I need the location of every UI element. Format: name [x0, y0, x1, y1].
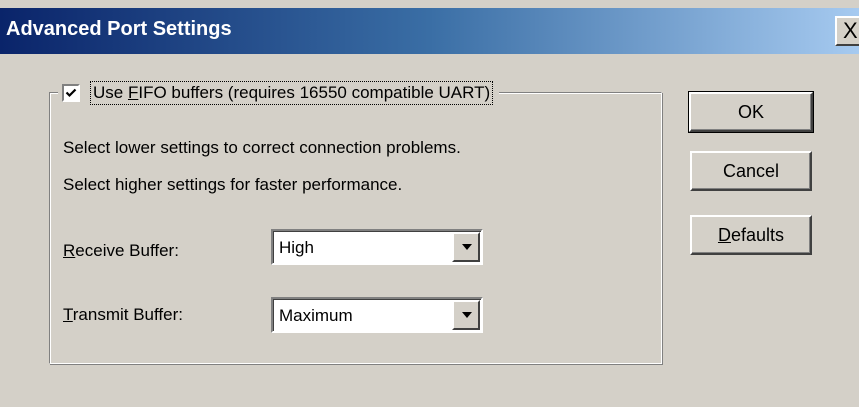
transmit-buffer-label: Transmit Buffer:	[63, 305, 183, 325]
info-text-line1: Select lower settings to correct connect…	[63, 138, 461, 157]
dialog-window: Advanced Port Settings X Use FIFO buffer…	[0, 0, 859, 407]
receive-label-mnemonic: R	[63, 241, 76, 260]
defaults-button[interactable]: Defaults	[690, 215, 812, 255]
close-icon: X	[843, 18, 858, 43]
fifo-checkbox-row[interactable]: Use FIFO buffers (requires 16550 compati…	[58, 80, 500, 106]
receive-buffer-value: High	[279, 238, 314, 257]
title-bar[interactable]: Advanced Port Settings X	[0, 8, 859, 54]
info-text-line2: Select higher settings for faster perfor…	[63, 175, 403, 194]
fifo-checkbox[interactable]	[62, 84, 80, 102]
transmit-label-mnemonic: T	[63, 305, 73, 324]
receive-label-rest: eceive Buffer:	[75, 241, 179, 260]
dropdown-arrow-icon	[462, 244, 472, 250]
close-button[interactable]: X	[835, 16, 859, 46]
defaults-label-rest: efaults	[730, 225, 785, 245]
receive-buffer-select[interactable]: High	[271, 229, 483, 265]
transmit-buffer-select[interactable]: Maximum	[271, 297, 483, 333]
receive-dropdown-button[interactable]	[452, 232, 480, 262]
defaults-mnemonic: D	[717, 225, 731, 245]
fifo-checkbox-label[interactable]: Use FIFO buffers (requires 16550 compati…	[90, 81, 494, 105]
dropdown-arrow-icon	[462, 312, 472, 318]
checkmark-icon	[65, 88, 77, 98]
ok-button[interactable]: OK	[688, 91, 814, 133]
receive-buffer-label: Receive Buffer:	[63, 241, 179, 261]
window-title: Advanced Port Settings	[6, 18, 232, 40]
transmit-label-rest: ransmit Buffer:	[72, 305, 183, 324]
transmit-buffer-value: Maximum	[279, 306, 353, 325]
fifo-label-prefix: Use	[93, 83, 128, 102]
transmit-dropdown-button[interactable]	[452, 300, 480, 330]
cancel-button[interactable]: Cancel	[690, 151, 812, 191]
fifo-label-rest: IFO buffers (requires 16550 compatible U…	[138, 83, 491, 102]
fifo-label-mnemonic: F	[127, 83, 139, 102]
